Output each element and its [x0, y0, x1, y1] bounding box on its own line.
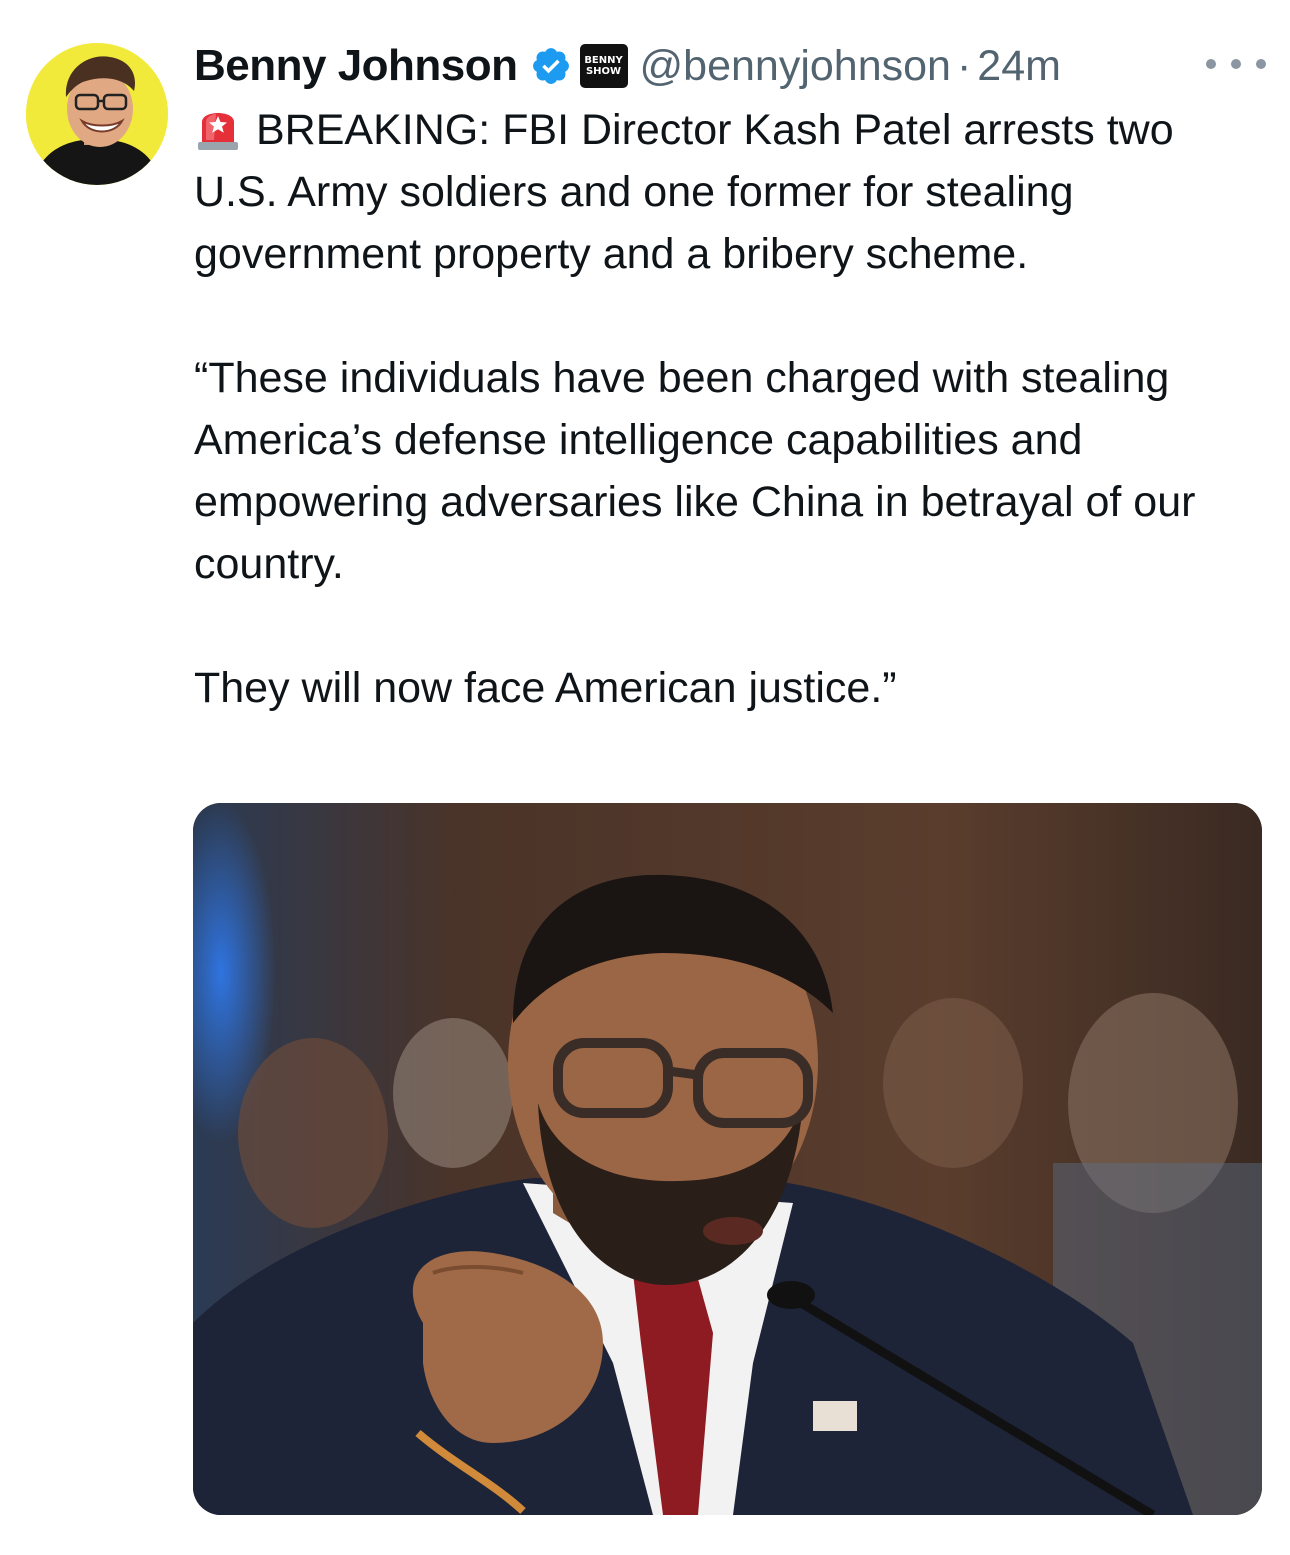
more-dot	[1256, 59, 1266, 69]
tweet-text: BREAKING: FBI Director Kash Patel arrest…	[194, 99, 1264, 719]
author-avatar[interactable]	[26, 43, 168, 185]
affiliate-badge-line: SHOW	[585, 66, 622, 77]
tweet-photo[interactable]	[193, 803, 1262, 1515]
tweet-timestamp[interactable]: 24m	[977, 42, 1061, 91]
tweet-paragraph-closing: They will now face American justice.”	[194, 664, 897, 712]
more-dot	[1231, 59, 1241, 69]
tweet-paragraph-breaking: BREAKING: FBI Director Kash Patel arrest…	[194, 99, 1264, 285]
affiliate-badge-line: BENNY	[584, 55, 623, 66]
tweet-header: Benny Johnson BENNY SHOW @bennyjohnson ·…	[194, 34, 1061, 98]
affiliate-badge[interactable]: BENNY SHOW	[579, 44, 628, 88]
author-name[interactable]: Benny Johnson	[194, 41, 518, 91]
tweet-paragraph-quote: “These individuals have been charged wit…	[194, 354, 1196, 588]
verified-badge-icon[interactable]	[530, 45, 572, 87]
dot-separator: ·	[956, 41, 972, 90]
tweet-card[interactable]: Benny Johnson BENNY SHOW @bennyjohnson ·…	[0, 0, 1290, 1555]
more-dot	[1206, 59, 1216, 69]
siren-icon	[194, 100, 242, 152]
author-handle[interactable]: @bennyjohnson	[640, 42, 951, 91]
more-horizontal-icon[interactable]	[1206, 44, 1266, 84]
tweet-line-breaking: BREAKING: FBI Director Kash Patel arrest…	[194, 106, 1174, 278]
